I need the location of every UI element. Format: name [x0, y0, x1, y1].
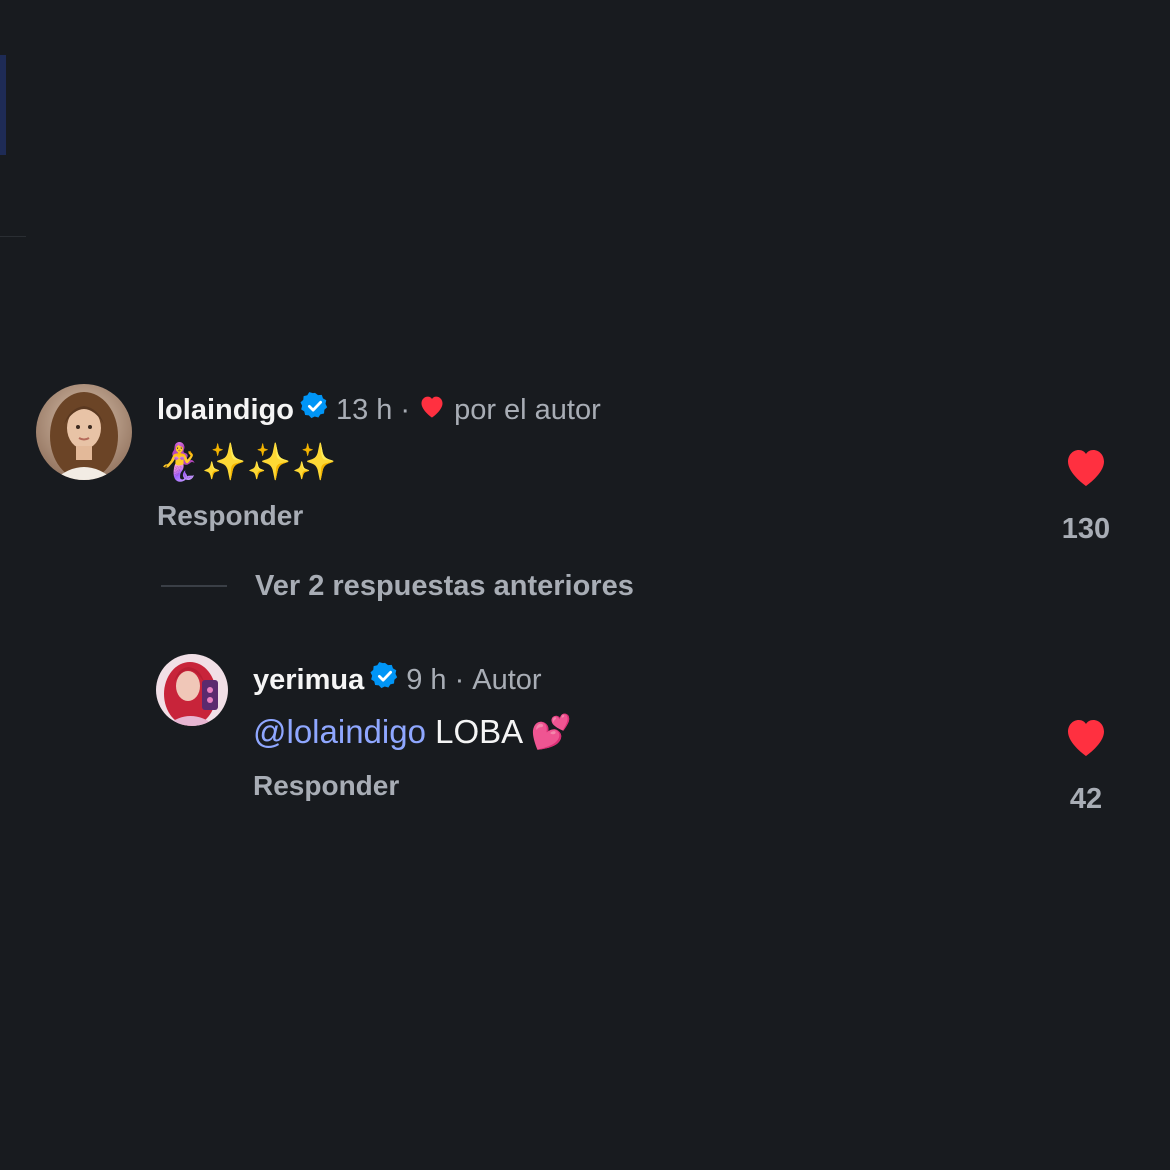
like-area: 42 [1046, 714, 1126, 816]
username[interactable]: yerimua [253, 664, 364, 697]
avatar[interactable] [156, 654, 228, 726]
verified-badge-icon [370, 661, 400, 699]
heart-icon[interactable] [1061, 714, 1111, 763]
author-label: Autor [472, 663, 542, 696]
reply-yerimua: yerimua 9 h · Autor @lolaindigo LOBA 💕 R… [0, 0, 1170, 900]
timestamp: 9 h [406, 663, 447, 696]
mention-link[interactable]: @lolaindigo [253, 713, 426, 750]
reply-message: LOBA 💕 [435, 713, 572, 750]
separator-dot: · [454, 663, 465, 696]
reply-text: @lolaindigo LOBA 💕 [253, 710, 572, 754]
reply-header: yerimua 9 h · Autor [253, 662, 542, 698]
avatar-image [156, 654, 228, 726]
reply-button[interactable]: Responder [253, 770, 399, 802]
like-count: 42 [1069, 783, 1103, 815]
